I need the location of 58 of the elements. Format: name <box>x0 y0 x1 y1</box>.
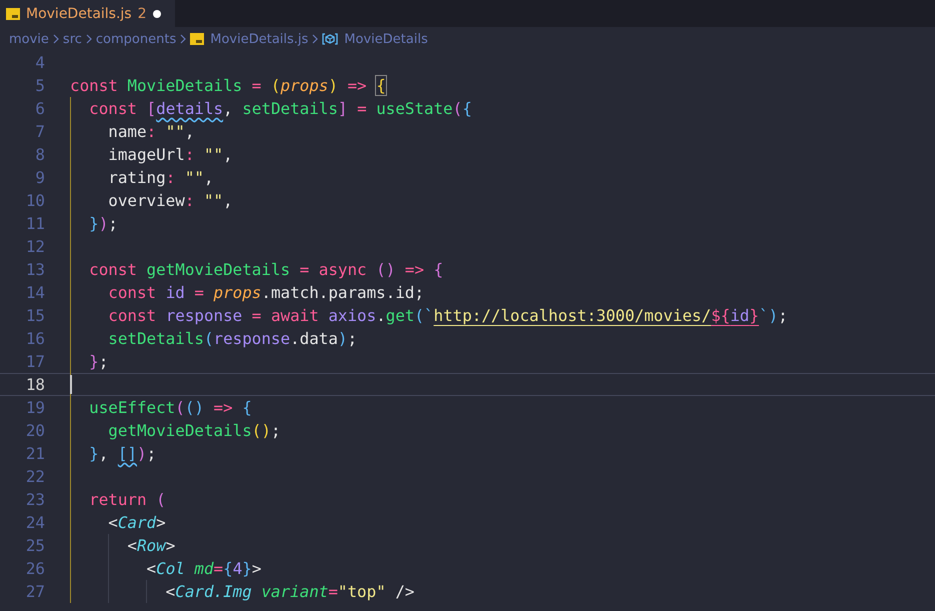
code-line: const response = await axios.get(`http://localhost:3000/movies/${id}`); <box>108 306 788 325</box>
file-icon <box>6 6 20 20</box>
chevron-icon <box>52 33 60 45</box>
chevron-icon <box>84 33 93 45</box>
chevron-icon <box>311 33 320 45</box>
line-number: 6 <box>34 99 45 118</box>
breadcrumb-item[interactable]: MovieDetails.js <box>210 32 308 46</box>
code-line: overview: "", <box>108 191 233 210</box>
line-number: 4 <box>34 53 45 72</box>
line-number: 25 <box>24 536 45 555</box>
line-number: 10 <box>24 191 45 210</box>
line-number: 27 <box>24 582 45 601</box>
line-number: 13 <box>24 260 45 279</box>
code-line: const MovieDetails = (props) => { <box>70 76 386 95</box>
code-line: <Col md={4}> <box>146 559 262 578</box>
line-number: 26 <box>24 559 45 578</box>
line-number: 11 <box>24 214 45 233</box>
line-number: 21 <box>24 444 45 463</box>
code-line: const [details, setDetails] = useState({ <box>89 99 472 118</box>
code-line: <Row> <box>127 536 176 555</box>
code-line: imageUrl: "", <box>108 145 233 164</box>
code-line: useEffect(() => { <box>89 398 252 417</box>
line-number: 8 <box>34 145 45 164</box>
code-line: name: "", <box>108 122 194 141</box>
problem-count: 2 <box>138 6 147 22</box>
code-line: }); <box>89 214 118 233</box>
code-line: rating: "", <box>108 168 214 187</box>
code-line: const id = props.match.params.id; <box>108 283 424 302</box>
symbol-icon <box>322 33 338 45</box>
breadcrumb-item[interactable]: MovieDetails <box>344 32 428 46</box>
code-line: }, []); <box>89 444 156 463</box>
code-line: <Card> <box>108 513 166 532</box>
code-line: }; <box>89 352 108 371</box>
line-number: 15 <box>24 306 45 325</box>
line-number: 19 <box>24 398 45 417</box>
code-line: getMovieDetails(); <box>108 421 281 440</box>
code-line: return ( <box>89 490 166 509</box>
line-number: 9 <box>34 168 45 187</box>
line-number: 17 <box>24 352 45 371</box>
line-number: 5 <box>34 76 45 95</box>
line-number: 12 <box>24 237 45 256</box>
line-number: 20 <box>24 421 45 440</box>
code-line: setDetails(response.data); <box>108 329 358 348</box>
code-line: const getMovieDetails = async () => { <box>89 260 444 279</box>
code-line: <Card.Img variant="top" /> <box>166 582 414 601</box>
line-number: 23 <box>24 490 45 509</box>
breadcrumb-item[interactable]: src <box>62 32 82 46</box>
chevron-icon <box>179 33 188 45</box>
line-number: 7 <box>34 122 45 141</box>
line-number: 16 <box>24 329 45 348</box>
breadcrumb-item[interactable]: movie <box>9 32 49 46</box>
line-number: 24 <box>24 513 45 532</box>
line-number: 18 <box>24 375 45 394</box>
file-icon <box>190 32 204 46</box>
line-number: 14 <box>24 283 45 302</box>
breadcrumb-item[interactable]: components <box>96 32 176 46</box>
editor-tab[interactable]: MovieDetails.js 2 <box>0 0 175 27</box>
line-number: 22 <box>24 467 45 486</box>
